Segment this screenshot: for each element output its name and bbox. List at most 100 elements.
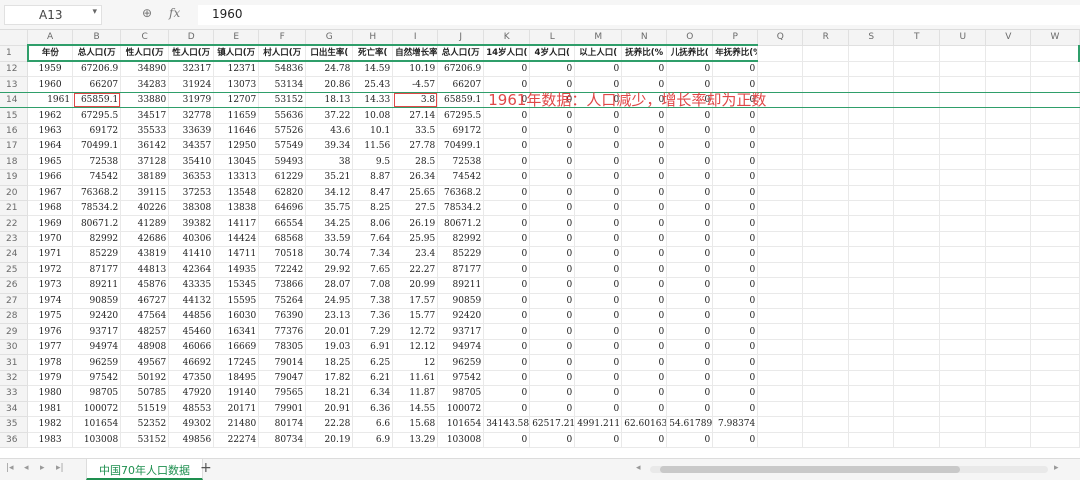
empty-cell[interactable] — [1030, 231, 1080, 248]
year-cell[interactable]: 1974 — [27, 293, 74, 310]
data-cell[interactable]: 0 — [574, 61, 623, 78]
empty-cell[interactable] — [985, 277, 1032, 294]
row-number[interactable]: 28 — [0, 308, 29, 325]
empty-cell[interactable] — [802, 339, 850, 356]
column-header-u[interactable]: U — [939, 30, 987, 46]
empty-cell[interactable] — [1030, 401, 1080, 418]
column-header-v[interactable]: V — [985, 30, 1032, 46]
chevron-down-icon[interactable]: ▾ — [92, 7, 97, 17]
data-cell[interactable]: 38189 — [120, 169, 170, 186]
data-cell[interactable]: 0 — [574, 138, 623, 155]
data-cell[interactable]: 20171 — [213, 401, 260, 418]
empty-cell[interactable] — [802, 293, 850, 310]
empty-cell[interactable] — [1030, 123, 1080, 140]
data-cell[interactable]: 39382 — [168, 215, 215, 232]
data-cell[interactable]: 34.12 — [305, 185, 354, 201]
data-cell[interactable]: 0 — [666, 138, 714, 155]
empty-cell[interactable] — [939, 339, 987, 356]
data-cell[interactable]: 0 — [666, 370, 714, 387]
data-cell[interactable]: 70518 — [258, 246, 307, 263]
data-cell[interactable]: 0 — [483, 61, 531, 78]
data-cell[interactable]: 67206.9 — [437, 61, 485, 78]
data-cell[interactable]: 57549 — [258, 138, 307, 155]
data-cell[interactable]: 44813 — [120, 262, 170, 279]
empty-cell[interactable] — [1030, 432, 1080, 448]
data-cell[interactable]: 0 — [666, 215, 714, 232]
data-cell[interactable]: 34890 — [120, 61, 170, 78]
data-cell[interactable]: 92420 — [72, 308, 122, 325]
data-cell[interactable]: 0 — [712, 323, 759, 340]
data-cell[interactable]: 0 — [712, 277, 759, 294]
data-cell[interactable]: 55636 — [258, 107, 307, 124]
empty-cell[interactable] — [802, 385, 850, 402]
empty-cell[interactable] — [757, 45, 804, 62]
empty-cell[interactable] — [1030, 61, 1080, 78]
empty-cell[interactable] — [757, 308, 804, 325]
empty-cell[interactable] — [893, 339, 941, 356]
data-cell[interactable]: 22.27 — [392, 262, 439, 279]
data-cell[interactable]: 0 — [621, 277, 668, 294]
empty-cell[interactable] — [939, 246, 987, 263]
empty-cell[interactable] — [848, 215, 895, 232]
empty-cell[interactable] — [848, 76, 895, 93]
data-cell[interactable]: 76390 — [258, 308, 307, 325]
data-cell[interactable]: 20.01 — [305, 323, 354, 340]
empty-cell[interactable] — [939, 277, 987, 294]
data-cell[interactable]: 0 — [529, 138, 576, 155]
header-cell[interactable]: 年份 — [26, 44, 74, 63]
data-cell[interactable]: 73866 — [258, 277, 307, 294]
empty-cell[interactable] — [802, 61, 850, 78]
data-cell[interactable]: 31924 — [168, 76, 215, 93]
data-cell[interactable]: 33.5 — [392, 123, 439, 140]
data-cell[interactable]: 50785 — [120, 385, 170, 402]
empty-cell[interactable] — [985, 200, 1032, 217]
column-header-e[interactable]: E — [213, 30, 260, 46]
empty-cell[interactable] — [893, 432, 941, 448]
data-cell[interactable]: 0 — [666, 200, 714, 217]
data-cell[interactable]: 103008 — [437, 432, 485, 448]
data-cell[interactable]: 0 — [666, 385, 714, 402]
data-cell[interactable]: 7.29 — [352, 323, 394, 340]
empty-cell[interactable] — [802, 246, 850, 263]
select-all-corner[interactable] — [0, 30, 29, 46]
add-sheet-button[interactable]: + — [200, 460, 212, 476]
data-cell[interactable]: 27.14 — [392, 107, 439, 124]
empty-cell[interactable] — [848, 277, 895, 294]
row-number[interactable]: 36 — [0, 432, 29, 448]
data-cell[interactable]: 47564 — [120, 308, 170, 325]
data-cell[interactable]: 0 — [529, 61, 576, 78]
data-cell[interactable]: 0 — [712, 401, 759, 418]
data-cell[interactable]: 0 — [621, 323, 668, 340]
empty-cell[interactable] — [893, 416, 941, 433]
empty-cell[interactable] — [939, 154, 987, 171]
data-cell[interactable]: 47920 — [168, 385, 215, 402]
empty-cell[interactable] — [1030, 262, 1080, 279]
row-number[interactable]: 17 — [0, 138, 29, 155]
data-cell[interactable]: 89211 — [437, 277, 485, 294]
year-cell[interactable]: 1977 — [27, 339, 74, 356]
data-cell[interactable]: 16669 — [213, 339, 260, 356]
empty-cell[interactable] — [939, 370, 987, 387]
data-cell[interactable]: 13313 — [213, 169, 260, 186]
empty-cell[interactable] — [893, 385, 941, 402]
empty-cell[interactable] — [1030, 277, 1080, 294]
data-cell[interactable]: 0 — [621, 76, 668, 93]
data-cell[interactable]: 14935 — [213, 262, 260, 279]
data-cell[interactable]: 43335 — [168, 277, 215, 294]
data-cell[interactable]: 0 — [621, 169, 668, 186]
data-cell[interactable]: 80671.2 — [72, 215, 122, 232]
data-cell[interactable]: 0 — [574, 385, 623, 402]
data-cell[interactable]: 90859 — [72, 293, 122, 310]
empty-cell[interactable] — [757, 416, 804, 433]
data-cell[interactable]: 75264 — [258, 293, 307, 310]
data-cell[interactable]: 13073 — [213, 76, 260, 93]
data-cell[interactable]: 0 — [483, 293, 531, 310]
empty-cell[interactable] — [985, 45, 1032, 62]
year-cell[interactable]: 1973 — [27, 277, 74, 294]
row-number[interactable]: 18 — [0, 154, 29, 171]
empty-cell[interactable] — [985, 215, 1032, 232]
data-cell[interactable]: 0 — [712, 138, 759, 155]
data-cell[interactable]: 11659 — [213, 107, 260, 124]
row-number[interactable]: 32 — [0, 370, 29, 387]
data-cell[interactable]: 0 — [483, 401, 531, 418]
